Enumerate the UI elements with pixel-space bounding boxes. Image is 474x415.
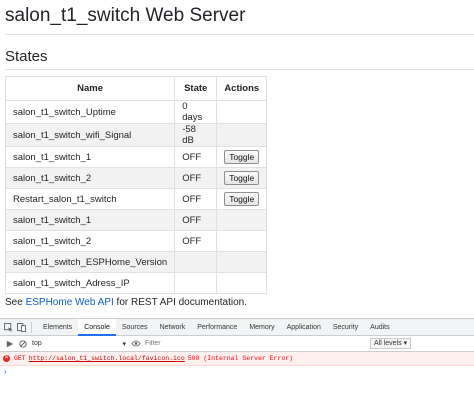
row-state: OFF (174, 230, 218, 252)
error-url-link[interactable]: http://salon_t1_switch.local/favicon.ico (29, 355, 185, 362)
api-note-prefix: See (5, 297, 26, 308)
row-actions (216, 123, 268, 147)
states-table: Name State Actions salon_t1_switch_Uptim… (4, 76, 268, 294)
table-row: salon_t1_switch_Adress_IP (4, 272, 268, 294)
column-header-state: State (174, 76, 218, 101)
tab-memory[interactable]: Memory (243, 319, 280, 336)
row-name: salon_t1_switch_ESPHome_Version (4, 251, 176, 273)
log-levels-value: All levels (374, 340, 402, 347)
sidebar-toggle-icon[interactable] (3, 337, 16, 350)
error-status: 500 (Internal Server Error) (187, 355, 294, 362)
log-levels-dropdown[interactable]: All levels ▾ (370, 338, 412, 349)
toggle-switch-1-button[interactable]: Toggle (224, 150, 260, 164)
row-actions (216, 272, 268, 294)
table-header-row: Name State Actions (4, 76, 268, 101)
context-value: top (32, 340, 42, 347)
table-row: salon_t1_switch_2 OFF (4, 230, 268, 252)
error-icon: ✕ (3, 355, 10, 362)
prompt-chevron-icon: › (4, 367, 7, 376)
tab-security[interactable]: Security (327, 319, 364, 336)
table-row: salon_t1_switch_ESPHome_Version (4, 251, 268, 273)
table-row: salon_t1_switch_2 OFF Toggle (4, 167, 268, 189)
column-header-actions: Actions (216, 76, 268, 101)
api-note-suffix: for REST API documentation. (113, 297, 247, 308)
row-state: 0 days (174, 100, 218, 124)
inspect-element-icon[interactable] (2, 321, 15, 334)
toggle-restart-button[interactable]: Toggle (224, 192, 260, 206)
row-name: salon_t1_switch_wifi_Signal (4, 123, 176, 147)
api-doc-note: See ESPHome Web API for REST API documen… (5, 297, 247, 308)
clear-console-icon[interactable] (16, 337, 29, 350)
row-actions: Toggle (216, 146, 268, 168)
tab-performance[interactable]: Performance (191, 319, 243, 336)
console-filter-input[interactable] (142, 338, 368, 349)
row-actions (216, 230, 268, 252)
tab-audits[interactable]: Audits (364, 319, 395, 336)
tab-sources[interactable]: Sources (116, 319, 154, 336)
tab-network[interactable]: Network (154, 319, 192, 336)
row-name: salon_t1_switch_1 (4, 209, 176, 231)
error-method: GET (14, 355, 26, 362)
eye-icon[interactable] (129, 337, 142, 350)
row-state: -58 dB (174, 123, 218, 147)
row-state: OFF (174, 188, 218, 210)
row-state: OFF (174, 146, 218, 168)
tab-application[interactable]: Application (281, 319, 327, 336)
devtools-panel: Elements Console Sources Network Perform… (0, 318, 474, 415)
chevron-down-icon: ▾ (403, 340, 408, 347)
table-row: Restart_salon_t1_switch OFF Toggle (4, 188, 268, 210)
table-row: salon_t1_switch_wifi_Signal -58 dB (4, 123, 268, 147)
row-actions (216, 209, 268, 231)
row-actions: Toggle (216, 188, 268, 210)
table-row: salon_t1_switch_1 OFF (4, 209, 268, 231)
device-toolbar-icon[interactable] (15, 321, 28, 334)
column-header-name: Name (4, 76, 176, 101)
console-toolbar: top ▾ All levels ▾ (0, 336, 474, 352)
row-name: salon_t1_switch_2 (4, 167, 176, 189)
section-divider (5, 69, 474, 70)
row-name: salon_t1_switch_Adress_IP (4, 272, 176, 294)
row-state: OFF (174, 167, 218, 189)
row-state (174, 272, 218, 294)
context-selector[interactable]: top ▾ (29, 338, 129, 349)
console-prompt[interactable]: › (0, 366, 474, 378)
page-title: salon_t1_switch Web Server (5, 5, 246, 26)
row-name: salon_t1_switch_1 (4, 146, 176, 168)
row-name: Restart_salon_t1_switch (4, 188, 176, 210)
console-error-message: ✕ GET http://salon_t1_switch.local/favic… (0, 352, 474, 366)
title-divider (5, 34, 474, 35)
row-actions (216, 100, 268, 124)
row-name: salon_t1_switch_Uptime (4, 100, 176, 124)
row-actions: Toggle (216, 167, 268, 189)
table-row: salon_t1_switch_Uptime 0 days (4, 100, 268, 124)
row-actions (216, 251, 268, 273)
esphome-web-api-link[interactable]: ESPHome Web API (26, 297, 114, 308)
devtools-tab-bar: Elements Console Sources Network Perform… (0, 318, 474, 336)
row-state: OFF (174, 209, 218, 231)
chevron-down-icon: ▾ (122, 340, 126, 348)
section-title: States (5, 48, 48, 65)
tab-console[interactable]: Console (78, 318, 116, 336)
tab-bar-divider (31, 321, 32, 333)
tab-elements[interactable]: Elements (37, 319, 78, 336)
table-body: salon_t1_switch_Uptime 0 days salon_t1_s… (4, 100, 268, 294)
toggle-switch-2-button[interactable]: Toggle (224, 171, 260, 185)
row-name: salon_t1_switch_2 (4, 230, 176, 252)
table-row: salon_t1_switch_1 OFF Toggle (4, 146, 268, 168)
row-state (174, 251, 218, 273)
